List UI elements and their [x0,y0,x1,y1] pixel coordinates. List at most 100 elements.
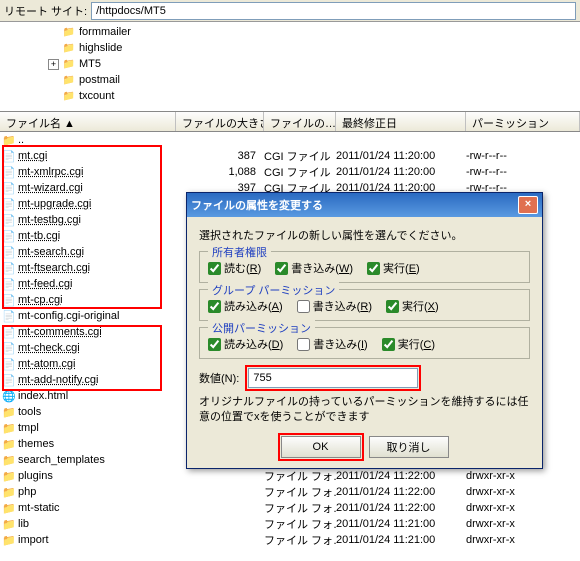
file-perm: drwxr-xr-x [466,486,580,498]
folder-icon: 📁 [61,27,77,38]
perm-checkbox[interactable]: 書き込み(W) [275,260,353,276]
perm-checkbox[interactable]: 読む(R) [208,260,261,276]
file-name: mt-ftsearch.cgi [18,262,90,274]
permission-group: 公開パーミッション 読み込み(D)書き込み(I)実行(C) [199,327,530,359]
checkbox-input[interactable] [208,338,221,351]
perm-checkbox[interactable]: 読み込み(A) [208,298,283,314]
group-title: 公開パーミッション [208,320,315,336]
dialog-message: 選択されたファイルの新しい属性を選んでください。 [199,227,530,243]
close-icon[interactable]: × [518,196,538,214]
file-icon: 📁 [2,502,16,515]
checkbox-label: 読む(R) [224,260,261,276]
file-icon: 📁 [2,518,16,531]
file-type: CGI ファイル [264,148,336,164]
column-headers[interactable]: ファイル名 ▲ ファイルの大きさ ファイルの… 最終修正日 パーミッション [0,112,580,132]
table-row[interactable]: 📁.. [0,132,580,148]
file-icon: 📄 [2,310,16,323]
perm-checkbox[interactable]: 読み込み(D) [208,336,283,352]
perm-checkbox[interactable]: 実行(C) [382,336,435,352]
file-name: mt-check.cgi [18,342,80,354]
file-name: tmpl [18,422,39,434]
tree-label: txcount [79,90,114,102]
file-name: index.html [18,390,68,402]
permission-group: 所有者権限 読む(R)書き込み(W)実行(E) [199,251,530,283]
file-type: ファイル フォ… [264,468,336,484]
file-name: import [18,534,49,546]
file-name: mt-testbg.cgi [18,214,81,226]
file-name: mt-atom.cgi [18,358,75,370]
table-row[interactable]: 📄mt.cgi387CGI ファイル2011/01/24 11:20:00-rw… [0,148,580,164]
file-date: 2011/01/24 11:20:00 [336,166,466,178]
file-date: 2011/01/24 11:21:00 [336,534,466,546]
file-perm: -rw-r--r-- [466,150,580,162]
checkbox-input[interactable] [275,262,288,275]
file-perm: -rw-r--r-- [466,166,580,178]
file-name: mt-add-notify.cgi [18,374,99,386]
ok-button[interactable]: OK [281,436,361,458]
checkbox-input[interactable] [297,300,310,313]
remote-path-input[interactable] [91,2,576,20]
file-name: lib [18,518,29,530]
file-icon: 📄 [2,262,16,275]
file-icon: 📄 [2,214,16,227]
numeric-input[interactable] [248,368,418,388]
expand-icon[interactable]: + [48,59,59,70]
table-row[interactable]: 📁mt-staticファイル フォ…2011/01/24 11:22:00drw… [0,500,580,516]
col-type[interactable]: ファイルの… [264,112,336,131]
tree-label: formmailer [79,26,131,38]
tree-item[interactable]: 📁highslide [4,40,576,56]
dialog-note: オリジナルファイルの持っているパーミッションを維持するには任意の位置でxを使うこ… [199,395,530,426]
permission-group: グループ パーミッション 読み込み(A)書き込み(R)実行(X) [199,289,530,321]
file-name: tools [18,406,41,418]
remote-site-label: リモート サイト: [4,3,87,19]
tree-item[interactable]: +📁MT5 [4,56,576,72]
file-perm: drwxr-xr-x [466,518,580,530]
file-icon: 📄 [2,182,16,195]
tree-view[interactable]: 📁formmailer📁highslide+📁MT5📁postmail📁txco… [0,22,580,112]
table-row[interactable]: 📁phpファイル フォ…2011/01/24 11:22:00drwxr-xr-… [0,484,580,500]
perm-checkbox[interactable]: 書き込み(R) [297,298,372,314]
checkbox-label: 書き込み(I) [313,336,367,352]
checkbox-input[interactable] [297,338,310,351]
table-row[interactable]: 📁pluginsファイル フォ…2011/01/24 11:22:00drwxr… [0,468,580,484]
file-attributes-dialog: ファイルの属性を変更する × 選択されたファイルの新しい属性を選んでください。 … [186,192,543,469]
table-row[interactable]: 📄mt-xmlrpc.cgi1,088CGI ファイル2011/01/24 11… [0,164,580,180]
perm-checkbox[interactable]: 実行(X) [386,298,439,314]
folder-icon: 📁 [61,91,77,102]
tree-item[interactable]: 📁postmail [4,72,576,88]
checkbox-label: 読み込み(A) [224,298,283,314]
tree-label: MT5 [79,58,101,70]
col-perm[interactable]: パーミッション [466,112,580,131]
checkbox-label: 実行(X) [402,298,439,314]
file-name: .. [18,134,24,146]
checkbox-input[interactable] [208,300,221,313]
col-size[interactable]: ファイルの大きさ [176,112,264,131]
file-perm: drwxr-xr-x [466,470,580,482]
numeric-label: 数値(N): [199,370,239,386]
perm-checkbox[interactable]: 書き込み(I) [297,336,367,352]
file-icon: 📄 [2,358,16,371]
perm-checkbox[interactable]: 実行(E) [367,260,420,276]
file-icon: 📄 [2,374,16,387]
file-icon: 📄 [2,294,16,307]
file-icon: 📁 [2,534,16,547]
col-name[interactable]: ファイル名 ▲ [0,112,176,131]
checkbox-input[interactable] [208,262,221,275]
cancel-button[interactable]: 取り消し [369,436,449,458]
file-name: mt-tb.cgi [18,230,60,242]
tree-item[interactable]: 📁txcount [4,88,576,104]
col-date[interactable]: 最終修正日 [336,112,466,131]
table-row[interactable]: 📁libファイル フォ…2011/01/24 11:21:00drwxr-xr-… [0,516,580,532]
file-perm: drwxr-xr-x [466,534,580,546]
checkbox-label: 実行(E) [383,260,420,276]
tree-item[interactable]: 📁formmailer [4,24,576,40]
checkbox-input[interactable] [382,338,395,351]
file-icon: 📄 [2,198,16,211]
file-icon: 📄 [2,230,16,243]
file-type: CGI ファイル [264,164,336,180]
checkbox-input[interactable] [367,262,380,275]
tree-label: postmail [79,74,120,86]
file-date: 2011/01/24 11:22:00 [336,486,466,498]
table-row[interactable]: 📁importファイル フォ…2011/01/24 11:21:00drwxr-… [0,532,580,548]
checkbox-input[interactable] [386,300,399,313]
